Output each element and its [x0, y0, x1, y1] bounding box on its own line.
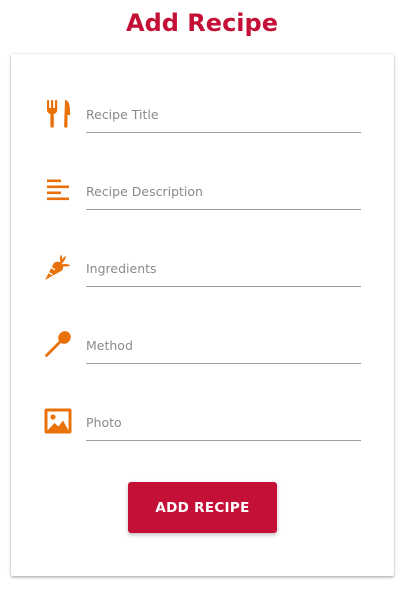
recipe-description-input[interactable] — [86, 173, 361, 210]
align-left-icon — [41, 173, 75, 207]
ingredients-input[interactable] — [86, 250, 361, 287]
add-recipe-button[interactable]: ADD RECIPE — [128, 482, 277, 533]
page-title: Add Recipe — [126, 9, 278, 37]
method-field — [41, 327, 361, 367]
carrot-icon — [41, 250, 75, 284]
photo-input[interactable] — [86, 404, 361, 441]
image-icon — [41, 404, 75, 438]
method-input[interactable] — [86, 327, 361, 364]
recipe-title-field — [41, 96, 361, 136]
recipe-description-field — [41, 173, 361, 213]
ingredients-field — [41, 250, 361, 290]
utensils-icon — [41, 96, 75, 130]
add-recipe-page: Add Recipe Recipe Title Recipe Descripti… — [0, 0, 404, 591]
recipe-title-input[interactable] — [86, 96, 361, 133]
photo-field — [41, 404, 361, 444]
spoon-icon — [41, 327, 75, 361]
recipe-form-card: ADD RECIPE — [11, 54, 394, 576]
